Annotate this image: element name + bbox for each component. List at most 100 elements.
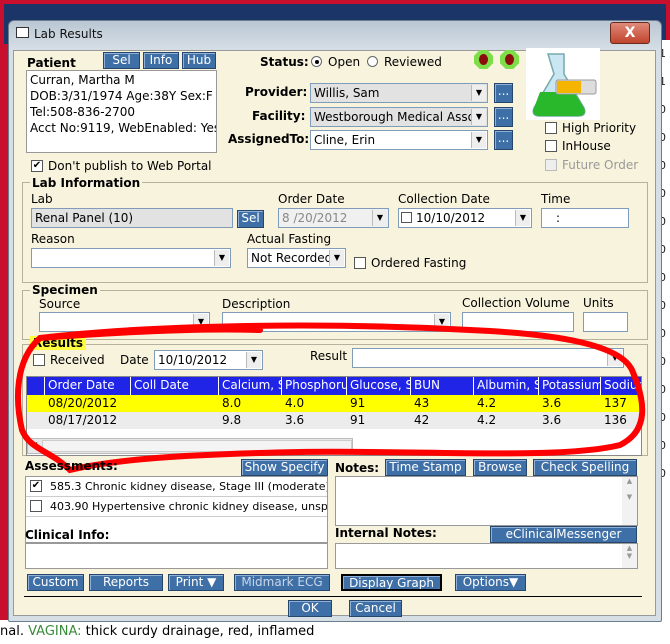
inhouse-checkbox[interactable] (545, 140, 557, 152)
column-header[interactable]: Potassium (539, 377, 601, 395)
provider-lookup-button[interactable]: ... (494, 83, 513, 103)
custom-button[interactable]: Custom (27, 574, 84, 591)
ok-button[interactable]: OK (288, 600, 332, 617)
status-open-label: Open (328, 55, 361, 69)
assessment-checkbox[interactable] (30, 500, 42, 512)
status-label: Status: (260, 55, 309, 69)
received-checkbox[interactable] (33, 354, 45, 366)
source-select[interactable]: ▼ (39, 312, 210, 332)
column-header[interactable]: Albumin, S (474, 377, 539, 395)
status-reviewed-radio[interactable] (367, 56, 378, 67)
collection-volume-field[interactable] (462, 312, 574, 332)
time-field[interactable]: : (541, 208, 629, 228)
list-item[interactable]: ✔ 585.3 Chronic kidney disease, Stage II… (26, 477, 327, 497)
received-label: Received (50, 353, 105, 367)
provider-label: Provider: (245, 85, 308, 99)
actual-fasting-select[interactable]: Not Recorded ▼ (247, 248, 346, 268)
column-header[interactable]: Glucose, S (347, 377, 411, 395)
result-select[interactable]: ▼ (352, 348, 624, 368)
notes-textarea[interactable]: ▲ ▼ (335, 476, 638, 526)
units-field[interactable] (583, 312, 628, 332)
patient-info-button[interactable]: Info (143, 52, 179, 69)
chevron-down-icon: ▼ (246, 352, 261, 368)
lab-sel-button[interactable]: Sel (237, 210, 264, 228)
patient-account: Acct No:9119, WebEnabled: Yes (30, 121, 217, 135)
source-label: Source (39, 297, 81, 311)
scrollbar[interactable]: ▲ ▼ (622, 544, 637, 568)
status-reviewed-label: Reviewed (384, 55, 442, 69)
dont-publish-checkbox[interactable]: ✔ (31, 160, 43, 172)
cell: 08/20/2012 (48, 396, 118, 410)
red-light-icon[interactable] (474, 50, 493, 69)
ordered-fasting-checkbox[interactable] (354, 257, 366, 269)
close-button[interactable]: X (610, 22, 650, 44)
chevron-down-icon: ▼ (471, 109, 486, 125)
reports-button[interactable]: Reports (89, 574, 163, 591)
clinical-info-textarea[interactable] (25, 543, 328, 569)
lab-field[interactable]: Renal Panel (10) (31, 208, 233, 228)
grid-row-indicator-header (27, 377, 45, 395)
future-order-checkbox[interactable] (545, 159, 557, 171)
results-grid: Order Date Coll Date Calcium, S Phosphor… (26, 376, 642, 456)
reason-label: Reason (31, 232, 75, 246)
assessments-label: Assessments: (25, 459, 118, 473)
results-date-select[interactable]: 10/10/2012 ▼ (154, 350, 263, 370)
assigned-to-lookup-button[interactable]: ... (494, 130, 513, 150)
facility-lookup-button[interactable]: ... (494, 107, 513, 127)
scrollbar[interactable]: ▲ ▼ (622, 477, 637, 525)
table-row[interactable]: 08/17/2012 9.8 3.6 91 42 4.2 3.6 136 (27, 412, 641, 429)
show-specify-button[interactable]: Show Specify (241, 459, 328, 476)
chevron-down-icon: ▼ (515, 210, 530, 226)
column-header[interactable]: Coll Date (131, 377, 219, 395)
collection-date-select[interactable]: 10/10/2012 ▼ (398, 208, 532, 228)
collection-date-checkbox[interactable] (401, 212, 412, 223)
cell (131, 412, 219, 429)
midmark-ecg-button[interactable]: Midmark ECG (234, 574, 330, 591)
eclinicalmessenger-button[interactable]: eClinicalMessenger (490, 526, 637, 543)
scroll-left-icon[interactable]: ◀ (31, 440, 37, 449)
horizontal-scrollbar[interactable]: ◀ (27, 438, 353, 454)
print-button[interactable]: Print ▼ (168, 574, 224, 591)
list-item[interactable]: 403.90 Hypertensive chronic kidney disea… (26, 497, 327, 517)
options-button[interactable]: Options▼ (455, 574, 526, 591)
cancel-button[interactable]: Cancel (349, 600, 402, 617)
internal-notes-textarea[interactable]: ▲ ▼ (335, 543, 638, 569)
lab-information-title: Lab Information (30, 176, 143, 190)
facility-label: Facility: (252, 109, 306, 123)
collection-date-label: Collection Date (398, 192, 490, 206)
column-header[interactable]: Calcium, S (219, 377, 282, 395)
patient-details: Curran, Martha M DOB:3/31/1974 Age:38Y S… (26, 70, 217, 153)
check-spelling-button[interactable]: Check Spelling (533, 459, 637, 476)
cell: 3.6 (542, 396, 562, 410)
column-header[interactable]: Phosphoru (282, 377, 347, 395)
cell: 91 (350, 396, 366, 410)
high-priority-label: High Priority (562, 121, 637, 135)
browse-button[interactable]: Browse (473, 459, 527, 476)
reason-select[interactable]: ▼ (31, 248, 231, 268)
patient-hub-button[interactable]: Hub (182, 52, 216, 69)
column-header[interactable]: Order Date (45, 377, 131, 395)
chevron-down-icon: ▼ (434, 314, 449, 330)
cell: 3.6 (542, 413, 562, 427)
column-header[interactable]: Sodium (601, 377, 641, 395)
assigned-to-select[interactable]: Cline, Erin ▼ (310, 130, 488, 150)
time-label: Time (541, 192, 571, 206)
lab-flask-icon (526, 48, 600, 120)
status-open-radio[interactable] (311, 56, 322, 67)
assessment-checkbox[interactable]: ✔ (30, 480, 42, 492)
bg-text: nal. (0, 624, 29, 639)
patient-label: Patient (27, 56, 76, 70)
description-select[interactable]: ▼ (222, 312, 451, 332)
chevron-down-icon: ▼ (607, 350, 622, 366)
patient-sel-button[interactable]: Sel (103, 52, 140, 69)
column-header[interactable]: BUN (411, 377, 474, 395)
table-row[interactable]: 08/20/2012 8.0 4.0 91 43 4.2 3.6 137 (27, 395, 641, 412)
time-stamp-button[interactable]: Time Stamp (385, 459, 466, 476)
provider-select[interactable]: Willis, Sam ▼ (310, 83, 488, 103)
scrollbar-thumb[interactable] (42, 440, 352, 452)
order-date-select[interactable]: 8 /20/2012 ▼ (278, 208, 389, 228)
display-graph-button[interactable]: Display Graph (341, 574, 442, 591)
facility-select[interactable]: Westborough Medical Assoc ▼ (310, 107, 488, 127)
high-priority-checkbox[interactable] (545, 122, 557, 134)
patient-name: Curran, Martha M (30, 73, 135, 87)
